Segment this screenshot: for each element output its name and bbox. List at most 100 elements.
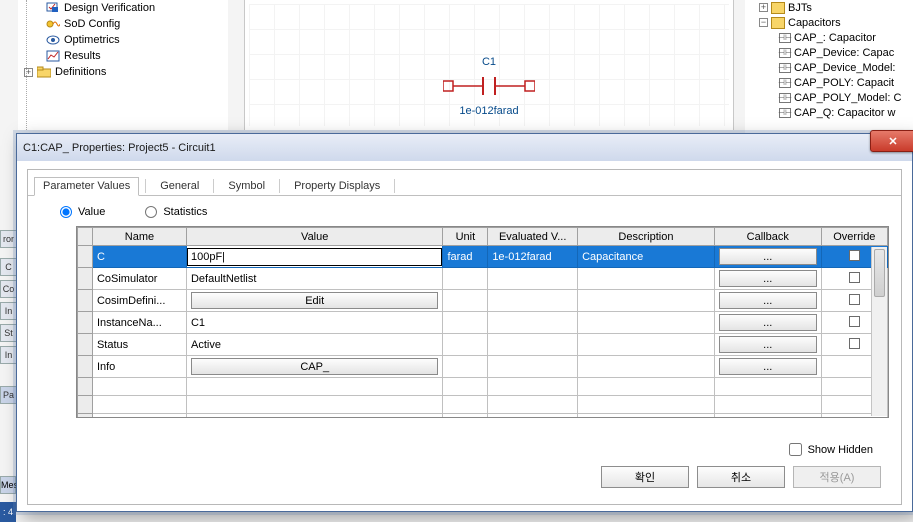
dialog-titlebar[interactable]: C1:CAP_ Properties: Project5 - Circuit1 [17,134,912,161]
cell-description[interactable] [578,290,715,312]
library-item[interactable]: ⊣⊢CAP_Q: Capacitor w [745,105,913,120]
table-row[interactable]: InstanceNa...C1... [78,312,888,334]
col-description[interactable]: Description [578,228,715,246]
value-button[interactable]: CAP_ [191,358,438,375]
cell-evaluated[interactable] [488,312,578,334]
table-row[interactable]: CoSimulatorDefaultNetlist... [78,268,888,290]
table-row[interactable]: CosimDefini... Edit... [78,290,888,312]
cell-value[interactable]: DefaultNetlist [186,268,442,290]
cancel-button[interactable]: 취소 [697,466,785,488]
collapse-icon[interactable]: − [759,18,768,27]
dock-tab[interactable]: ror [0,230,16,248]
cell-callback[interactable]: ... [714,356,821,378]
dock-tab[interactable]: St [0,324,16,342]
properties-grid[interactable]: Name Value Unit Evaluated V... Descripti… [76,226,889,418]
cell-value-button[interactable]: Edit [186,290,442,312]
tab-parameter-values[interactable]: Parameter Values [34,177,139,196]
cell-callback[interactable]: ... [714,312,821,334]
col-override[interactable]: Override [821,228,887,246]
cell-evaluated[interactable] [488,268,578,290]
show-hidden-checkbox[interactable] [789,443,802,456]
callback-button[interactable]: ... [719,314,817,331]
value-button[interactable]: Edit [191,292,438,309]
cell-evaluated[interactable]: 1e-012farad [488,246,578,268]
cell-value-button[interactable]: CAP_ [186,356,442,378]
row-header[interactable] [78,268,93,290]
table-row[interactable]: Info CAP_... [78,356,888,378]
dock-tab[interactable]: Co [0,280,16,298]
dock-tab[interactable]: Pa [0,386,16,404]
row-header[interactable] [78,334,93,356]
row-header[interactable] [78,290,93,312]
library-group-capacitors[interactable]: − Capacitors [745,15,913,30]
cell-name[interactable]: C [92,246,186,268]
cell-evaluated[interactable] [488,356,578,378]
cell-unit[interactable] [443,290,488,312]
radio-value-label[interactable]: Value [60,206,105,218]
cell-name[interactable]: CosimDefini... [92,290,186,312]
apply-button[interactable]: 적용(A) [793,466,881,488]
cell-description[interactable] [578,312,715,334]
tree-item-definitions[interactable]: + Definitions [18,64,228,80]
table-row[interactable]: StatusActive... [78,334,888,356]
cell-name[interactable]: Status [92,334,186,356]
tree-item-sod-config[interactable]: SoD Config [18,16,228,32]
expand-icon[interactable]: + [759,3,768,12]
library-item[interactable]: ⊣⊢CAP_Device_Model: [745,60,913,75]
cell-unit[interactable] [443,268,488,290]
col-callback[interactable]: Callback [714,228,821,246]
library-item[interactable]: ⊣⊢CAP_POLY_Model: C [745,90,913,105]
cell-description[interactable] [578,334,715,356]
cell-unit[interactable] [443,312,488,334]
library-group-bjts[interactable]: + BJTs [745,0,913,15]
dock-tab[interactable]: In [0,346,16,364]
cell-description[interactable] [578,268,715,290]
callback-button[interactable]: ... [719,336,817,353]
radio-statistics-label[interactable]: Statistics [145,206,207,218]
ok-button[interactable]: 확인 [601,466,689,488]
tab-symbol[interactable]: Symbol [220,178,273,195]
tree-item-optimetrics[interactable]: Optimetrics [18,32,228,48]
cell-callback[interactable]: ... [714,334,821,356]
col-unit[interactable]: Unit [443,228,488,246]
cell-value[interactable]: Active [186,334,442,356]
cell-unit[interactable] [443,334,488,356]
component-library-tree[interactable]: + BJTs − Capacitors ⊣⊢CAP_: Capacitor ⊣⊢… [745,0,913,135]
tree-item-design-verification[interactable]: Design Verification [18,0,228,16]
col-evaluated[interactable]: Evaluated V... [488,228,578,246]
cell-unit[interactable] [443,356,488,378]
cell-evaluated[interactable] [488,290,578,312]
cell-description[interactable]: Capacitance [578,246,715,268]
cell-evaluated[interactable] [488,334,578,356]
override-checkbox[interactable] [849,272,860,283]
cell-unit[interactable]: farad [443,246,488,268]
value-input[interactable] [187,248,442,266]
cell-value[interactable]: C1 [186,312,442,334]
left-dock-tabs[interactable]: ror C Co In St In Pa [0,230,16,408]
scrollbar-thumb[interactable] [874,249,885,297]
library-item[interactable]: ⊣⊢CAP_POLY: Capacit [745,75,913,90]
override-checkbox[interactable] [849,294,860,305]
capacitor-symbol[interactable] [443,75,535,97]
tree-item-results[interactable]: Results [18,48,228,64]
schematic-canvas[interactable]: C1 1e-012farad [244,0,734,130]
cell-callback[interactable]: ... [714,268,821,290]
library-item[interactable]: ⊣⊢CAP_: Capacitor [745,30,913,45]
table-row[interactable]: Cfarad1e-012faradCapacitance... [78,246,888,268]
cell-name[interactable]: Info [92,356,186,378]
project-tree[interactable]: Design Verification SoD Config Optimetri… [18,0,228,130]
callback-button[interactable]: ... [719,292,817,309]
cell-name[interactable]: InstanceNa... [92,312,186,334]
override-checkbox[interactable] [849,250,860,261]
row-header[interactable] [78,312,93,334]
col-name[interactable]: Name [92,228,186,246]
col-value[interactable]: Value [186,228,442,246]
callback-button[interactable]: ... [719,358,817,375]
callback-button[interactable]: ... [719,270,817,287]
cell-callback[interactable]: ... [714,290,821,312]
override-checkbox[interactable] [849,316,860,327]
library-item[interactable]: ⊣⊢CAP_Device: Capac [745,45,913,60]
messages-dock-tab[interactable]: Mes [0,476,16,494]
cell-name[interactable]: CoSimulator [92,268,186,290]
cell-callback[interactable]: ... [714,246,821,268]
